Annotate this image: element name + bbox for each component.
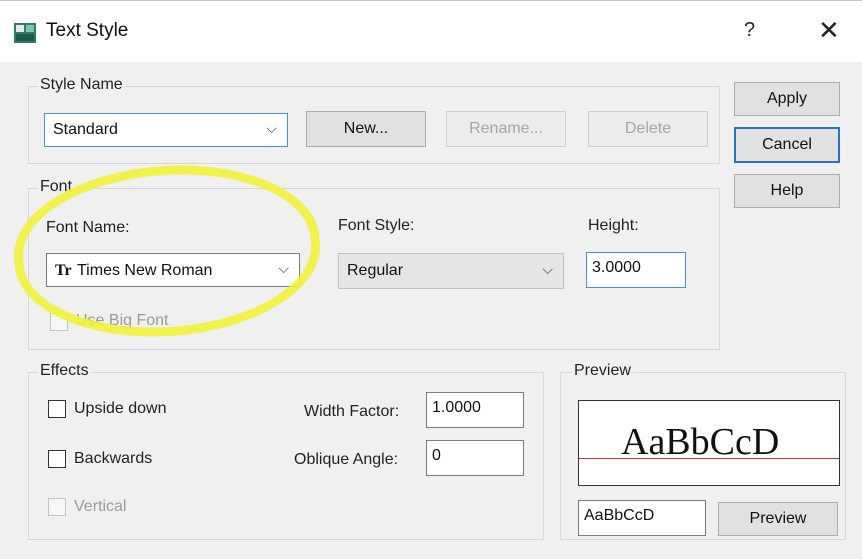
height-label: Height:: [588, 217, 639, 234]
font-name-value: Times New Roman: [77, 262, 213, 279]
title-bar: Text Style ? ✕: [0, 0, 862, 63]
upside-down-label: Upside down: [74, 400, 167, 417]
truetype-font-icon: Tr: [55, 262, 72, 280]
preview-button[interactable]: Preview: [718, 502, 838, 536]
rename-style-button[interactable]: Rename...: [446, 111, 566, 147]
vertical-label: Vertical: [74, 498, 127, 515]
backwards-checkbox[interactable]: [48, 450, 66, 468]
style-name-value: Standard: [53, 121, 118, 138]
use-big-font-label: Use Big Font: [76, 312, 169, 329]
style-name-legend: Style Name: [38, 76, 125, 94]
truetype-icon-text: Tr: [55, 262, 72, 279]
font-style-dropdown[interactable]: Regular ⌵: [338, 253, 564, 289]
delete-style-button[interactable]: Delete: [588, 111, 708, 147]
width-factor-label: Width Factor:: [304, 403, 400, 420]
upside-down-checkbox[interactable]: [48, 400, 66, 418]
oblique-angle-input[interactable]: 0: [426, 440, 524, 476]
preview-legend: Preview: [572, 362, 633, 380]
vertical-checkbox[interactable]: [48, 498, 66, 516]
preview-text-input[interactable]: AaBbCcD: [578, 500, 706, 536]
preview-canvas: AaBbCcD: [578, 400, 840, 486]
effects-legend: Effects: [38, 362, 91, 380]
chevron-down-icon: ⌵: [542, 260, 553, 277]
new-style-button[interactable]: New...: [306, 111, 426, 147]
width-factor-value: 1.0000: [432, 399, 481, 416]
font-name-label: Font Name:: [46, 219, 130, 236]
help-button[interactable]: Help: [734, 174, 840, 208]
height-input[interactable]: 3.0000: [586, 252, 686, 288]
use-big-font-checkbox[interactable]: [50, 313, 68, 331]
window-title: Text Style: [46, 20, 129, 41]
oblique-angle-label: Oblique Angle:: [294, 451, 399, 468]
preview-input-value: AaBbCcD: [584, 507, 655, 524]
apply-button[interactable]: Apply: [734, 82, 840, 116]
chevron-down-icon: ⌵: [266, 119, 277, 136]
font-style-label: Font Style:: [338, 217, 415, 234]
chevron-down-icon: ⌵: [278, 259, 289, 276]
height-value: 3.0000: [592, 259, 641, 276]
backwards-label: Backwards: [74, 450, 153, 467]
help-title-button[interactable]: ?: [744, 19, 755, 42]
width-factor-input[interactable]: 1.0000: [426, 392, 524, 428]
font-name-dropdown[interactable]: Tr Times New Roman ⌵: [46, 253, 300, 287]
font-legend: Font: [38, 178, 75, 196]
font-style-value: Regular: [347, 262, 404, 279]
style-name-dropdown[interactable]: Standard ⌵: [44, 113, 288, 147]
oblique-angle-value: 0: [432, 447, 441, 464]
preview-sample-text: AaBbCcD: [621, 421, 780, 463]
close-button[interactable]: ✕: [818, 15, 840, 46]
app-icon: [14, 23, 36, 43]
cancel-button[interactable]: Cancel: [734, 127, 840, 163]
